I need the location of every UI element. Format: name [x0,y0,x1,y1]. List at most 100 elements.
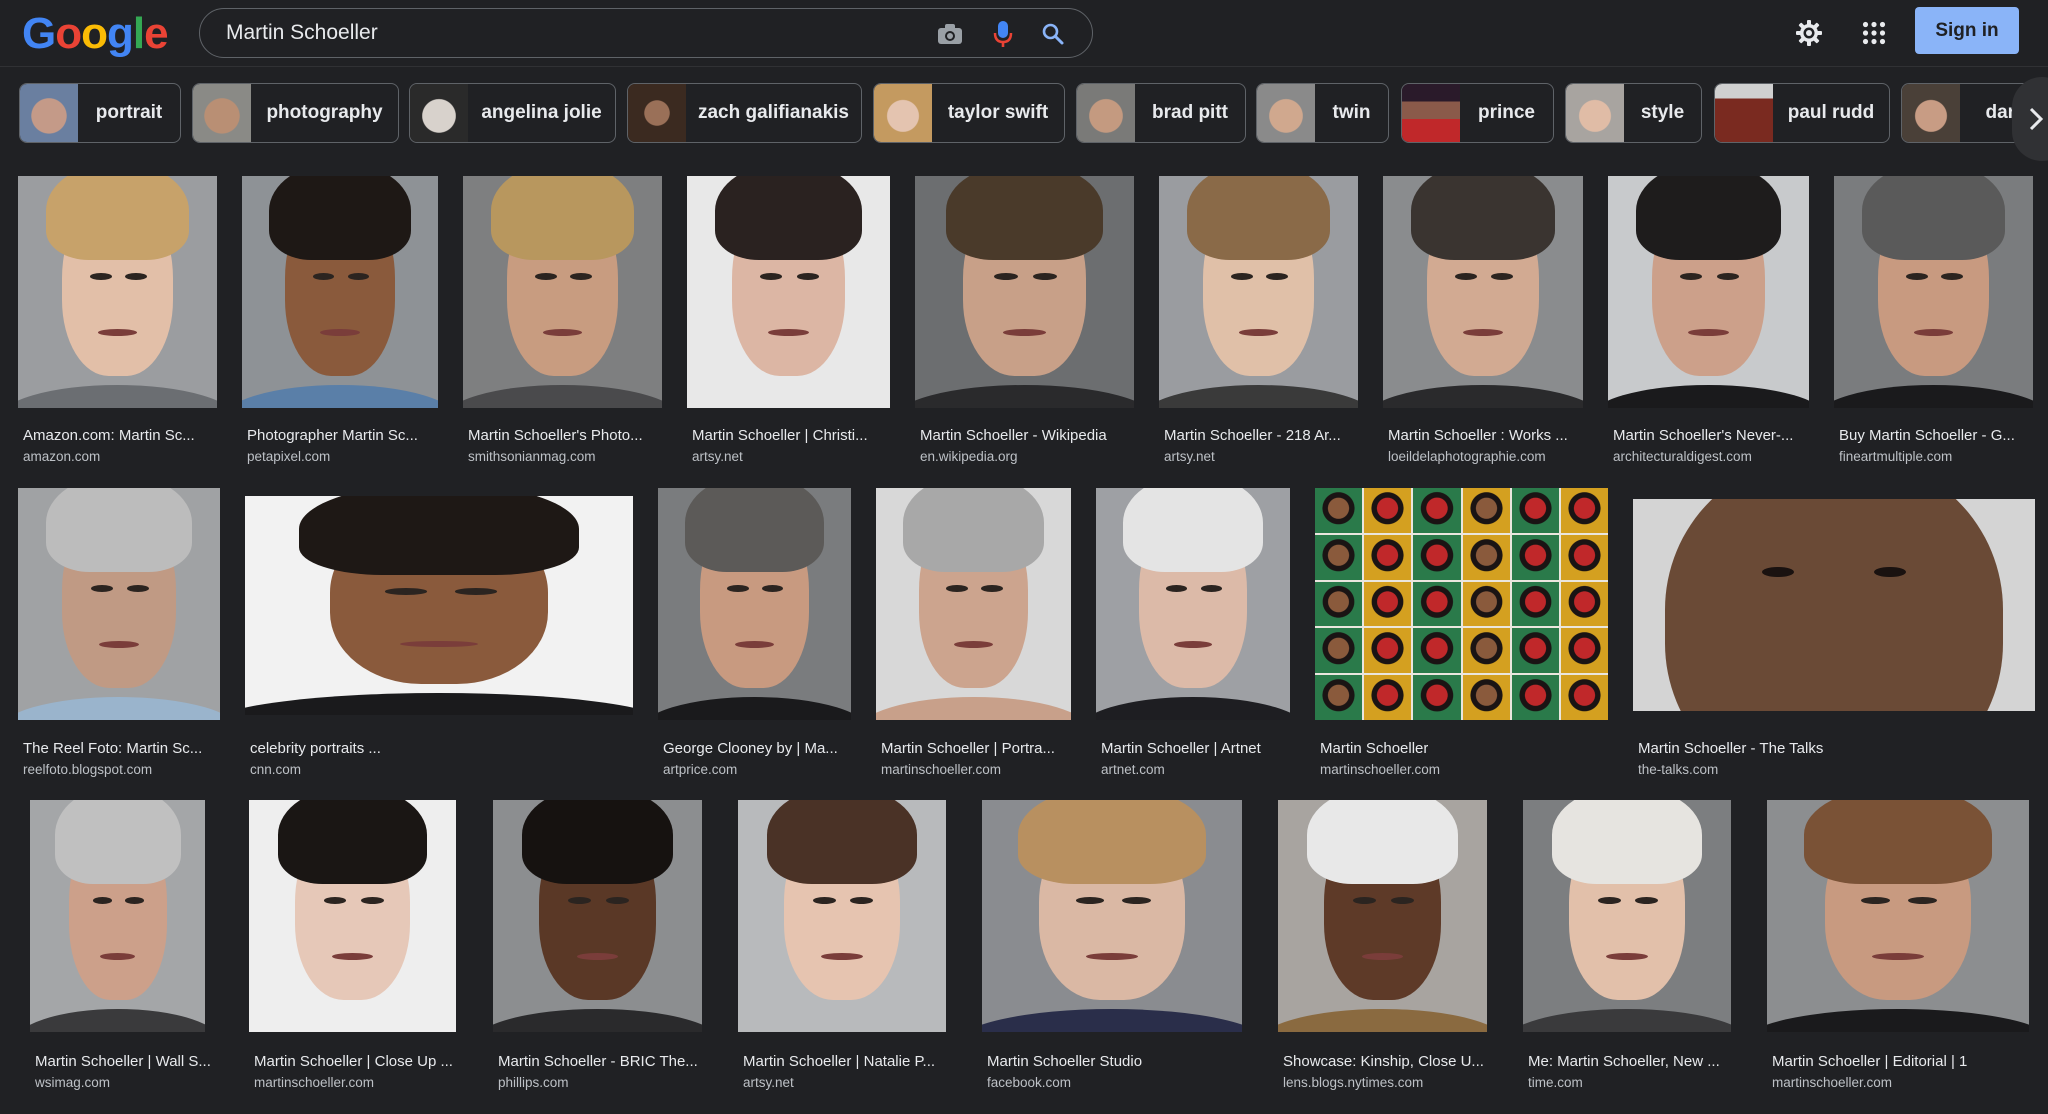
image-result-card[interactable]: The Reel Foto: Martin Sc... reelfoto.blog… [18,488,220,782]
gear-icon[interactable] [1789,13,1829,53]
chip-portrait[interactable]: portrait [19,83,181,143]
image-result-card[interactable]: Martin Schoeller | Natalie P... artsy.net [738,800,946,1095]
result-thumbnail[interactable] [1315,488,1608,720]
result-source[interactable]: amazon.com [23,449,100,464]
result-title[interactable]: Martin Schoeller | Editorial | 1 [1772,1053,1967,1070]
image-result-card[interactable]: Martin Schoeller martinschoeller.com [1315,488,1608,782]
apps-grid-icon[interactable] [1854,13,1894,53]
chip-taylor-swift[interactable]: taylor swift [873,83,1065,143]
result-thumbnail[interactable] [18,488,220,720]
result-title[interactable]: Martin Schoeller's Photo... [468,427,643,444]
result-title[interactable]: Martin Schoeller | Wall S... [35,1053,211,1070]
image-result-card[interactable]: Martin Schoeller | Wall S... wsimag.com [30,800,211,1095]
sign-in-button[interactable]: Sign in [1915,7,2019,54]
image-result-card[interactable]: Martin Schoeller | Christi... artsy.net [687,176,890,469]
image-result-card[interactable]: Amazon.com: Martin Sc... amazon.com [18,176,217,469]
image-result-card[interactable]: Martin Schoeller - 218 Ar... artsy.net [1159,176,1358,469]
result-thumbnail[interactable] [738,800,946,1032]
google-logo[interactable]: Google [22,10,169,58]
image-result-card[interactable]: Showcase: Kinship, Close U... lens.blogs.… [1278,800,1487,1095]
result-source[interactable]: wsimag.com [35,1075,110,1090]
result-source[interactable]: martinschoeller.com [254,1075,374,1090]
image-result-card[interactable]: Martin Schoeller's Photo... smithsonianma… [463,176,662,469]
result-thumbnail[interactable] [915,176,1134,408]
result-source[interactable]: en.wikipedia.org [920,449,1018,464]
result-title[interactable]: George Clooney by | Ma... [663,740,838,757]
result-title[interactable]: celebrity portraits ... [250,740,381,757]
result-thumbnail[interactable] [1096,488,1290,720]
result-source[interactable]: smithsonianmag.com [468,449,596,464]
result-title[interactable]: Me: Martin Schoeller, New ... [1528,1053,1720,1070]
search-input[interactable] [226,9,876,57]
result-thumbnail[interactable] [876,488,1071,720]
image-result-card[interactable]: Martin Schoeller's Never-... architectura… [1608,176,1809,469]
result-title[interactable]: Martin Schoeller | Close Up ... [254,1053,453,1070]
result-thumbnail[interactable] [30,800,205,1032]
result-source[interactable]: martinschoeller.com [1772,1075,1892,1090]
result-title[interactable]: Martin Schoeller Studio [987,1053,1142,1070]
result-source[interactable]: the-talks.com [1638,762,1718,777]
result-source[interactable]: time.com [1528,1075,1583,1090]
result-title[interactable]: Martin Schoeller - BRIC The... [498,1053,698,1070]
result-source[interactable]: martinschoeller.com [881,762,1001,777]
result-thumbnail[interactable] [249,800,456,1032]
image-result-card[interactable]: Martin Schoeller Studio facebook.com [982,800,1242,1095]
chevron-right-icon[interactable] [2012,77,2048,161]
result-title[interactable]: Martin Schoeller - 218 Ar... [1164,427,1341,444]
result-thumbnail[interactable] [1159,176,1358,408]
result-thumbnail[interactable] [687,176,890,408]
result-source[interactable]: fineartmultiple.com [1839,449,1952,464]
chip-style[interactable]: style [1565,83,1702,143]
chip-prince[interactable]: prince [1401,83,1554,143]
result-source[interactable]: artnet.com [1101,762,1165,777]
result-source[interactable]: phillips.com [498,1075,569,1090]
image-result-card[interactable]: George Clooney by | Ma... artprice.com [658,488,851,782]
image-result-card[interactable]: Martin Schoeller | Close Up ... martinsch… [249,800,456,1095]
image-result-card[interactable]: Me: Martin Schoeller, New ... time.com [1523,800,1731,1095]
result-thumbnail[interactable] [1767,800,2029,1032]
chip-twin[interactable]: twin [1256,83,1389,143]
chip-paul-rudd[interactable]: paul rudd [1714,83,1890,143]
result-source[interactable]: petapixel.com [247,449,330,464]
result-thumbnail[interactable] [245,496,633,715]
search-icon[interactable] [1037,18,1069,50]
result-title[interactable]: Martin Schoeller's Never-... [1613,427,1793,444]
image-result-card[interactable]: Martin Schoeller | Portra... martinschoel… [876,488,1071,782]
result-title[interactable]: The Reel Foto: Martin Sc... [23,740,202,757]
chip-angelina-jolie[interactable]: angelina jolie [409,83,616,143]
result-source[interactable]: reelfoto.blogspot.com [23,762,152,777]
result-thumbnail[interactable] [1608,176,1809,408]
result-source[interactable]: architecturaldigest.com [1613,449,1752,464]
image-result-card[interactable]: Martin Schoeller - BRIC The... phillips.c… [493,800,702,1095]
chip-brad-pitt[interactable]: brad pitt [1076,83,1246,143]
result-title[interactable]: Martin Schoeller | Artnet [1101,740,1261,757]
result-thumbnail[interactable] [1523,800,1731,1032]
result-thumbnail[interactable] [463,176,662,408]
result-source[interactable]: loeildelaphotographie.com [1388,449,1546,464]
result-source[interactable]: artsy.net [743,1075,794,1090]
image-result-card[interactable]: Martin Schoeller | Editorial | 1 martinsc… [1767,800,2029,1095]
result-thumbnail[interactable] [982,800,1242,1032]
result-title[interactable]: Martin Schoeller - The Talks [1638,740,1823,757]
image-result-card[interactable]: Buy Martin Schoeller - G... fineartmultip… [1834,176,2033,469]
result-source[interactable]: artprice.com [663,762,737,777]
result-source[interactable]: facebook.com [987,1075,1071,1090]
image-result-card[interactable]: Photographer Martin Sc... petapixel.com [242,176,438,469]
image-result-card[interactable]: Martin Schoeller : Works ... loeildelapho… [1383,176,1583,469]
result-thumbnail[interactable] [1633,499,2035,711]
result-source[interactable]: cnn.com [250,762,301,777]
result-title[interactable]: Martin Schoeller : Works ... [1388,427,1568,444]
result-source[interactable]: artsy.net [692,449,743,464]
mic-icon[interactable] [987,18,1019,50]
result-title[interactable]: Martin Schoeller - Wikipedia [920,427,1107,444]
result-title[interactable]: Martin Schoeller | Christi... [692,427,868,444]
result-thumbnail[interactable] [18,176,217,408]
result-title[interactable]: Martin Schoeller [1320,740,1428,757]
result-title[interactable]: Photographer Martin Sc... [247,427,418,444]
result-thumbnail[interactable] [1278,800,1487,1032]
image-result-card[interactable]: Martin Schoeller | Artnet artnet.com [1096,488,1290,782]
result-thumbnail[interactable] [1383,176,1583,408]
result-title[interactable]: Amazon.com: Martin Sc... [23,427,195,444]
result-title[interactable]: Buy Martin Schoeller - G... [1839,427,2015,444]
result-title[interactable]: Showcase: Kinship, Close U... [1283,1053,1484,1070]
